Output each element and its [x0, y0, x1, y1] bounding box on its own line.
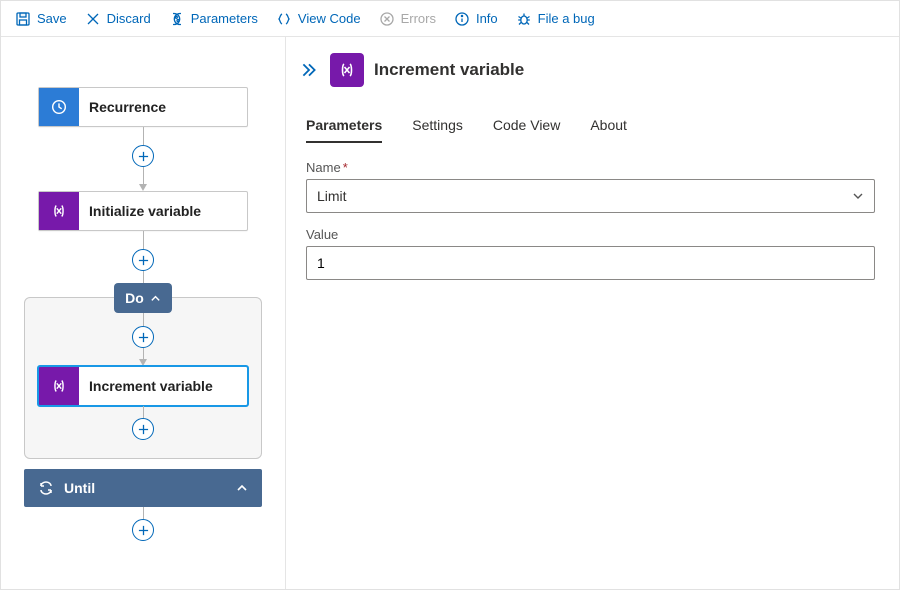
parameters-form: Name* Limit Value [294, 160, 887, 280]
value-input[interactable] [306, 246, 875, 280]
save-button[interactable]: Save [7, 7, 75, 31]
chevron-up-icon [236, 482, 248, 494]
tab-parameters[interactable]: Parameters [306, 113, 382, 143]
errors-icon [379, 11, 395, 27]
info-button[interactable]: Info [446, 7, 506, 31]
chevron-down-icon [852, 190, 864, 202]
file-bug-button[interactable]: File a bug [508, 7, 603, 31]
connector [132, 231, 154, 283]
bug-icon [516, 11, 532, 27]
discard-button[interactable]: Discard [77, 7, 159, 31]
file-bug-label: File a bug [538, 11, 595, 26]
parameters-icon [169, 11, 185, 27]
add-step-button[interactable] [132, 249, 154, 271]
details-panel: Increment variable Parameters Settings C… [286, 37, 899, 589]
add-step-button[interactable] [132, 519, 154, 541]
parameters-button[interactable]: Parameters [161, 7, 266, 31]
do-label: Do [125, 290, 144, 306]
tab-about[interactable]: About [590, 113, 627, 142]
toolbar: Save Discard Parameters View Code Errors… [1, 1, 899, 37]
value-label: Value [306, 227, 875, 242]
save-icon [15, 11, 31, 27]
save-label: Save [37, 11, 67, 26]
view-code-button[interactable]: View Code [268, 7, 369, 31]
do-header[interactable]: Do [114, 283, 172, 313]
tab-code-view[interactable]: Code View [493, 113, 560, 142]
node-recurrence-label: Recurrence [79, 99, 247, 115]
add-step-button[interactable] [132, 145, 154, 167]
until-label: Until [64, 480, 95, 496]
name-select[interactable]: Limit [306, 179, 875, 213]
name-select-value: Limit [317, 188, 347, 204]
connector [132, 127, 154, 191]
panel-action-icon [330, 53, 364, 87]
info-icon [454, 11, 470, 27]
node-increment-label: Increment variable [79, 378, 247, 394]
node-initialize-label: Initialize variable [79, 203, 247, 219]
designer-canvas[interactable]: Recurrence Initialize variable [1, 37, 286, 589]
node-increment-variable[interactable]: Increment variable [38, 366, 248, 406]
variable-icon [39, 367, 79, 405]
connector [132, 406, 154, 440]
view-code-label: View Code [298, 11, 361, 26]
variable-icon [39, 192, 79, 230]
errors-button: Errors [371, 7, 444, 31]
node-recurrence[interactable]: Recurrence [38, 87, 248, 127]
loop-container: Increment variable [24, 297, 262, 459]
view-code-icon [276, 11, 292, 27]
connector [132, 507, 154, 541]
loop-icon [38, 480, 54, 496]
node-initialize-variable[interactable]: Initialize variable [38, 191, 248, 231]
name-label: Name* [306, 160, 875, 175]
tab-settings[interactable]: Settings [412, 113, 463, 142]
info-label: Info [476, 11, 498, 26]
parameters-label: Parameters [191, 11, 258, 26]
discard-label: Discard [107, 11, 151, 26]
add-step-button[interactable] [132, 418, 154, 440]
add-step-button[interactable] [132, 326, 154, 348]
recurrence-icon [39, 88, 79, 126]
chevron-double-right-icon [300, 61, 318, 79]
until-header[interactable]: Until [24, 469, 262, 507]
panel-title: Increment variable [374, 60, 524, 80]
chevron-up-icon [150, 293, 161, 304]
connector [132, 312, 154, 366]
collapse-panel-button[interactable] [298, 59, 320, 81]
errors-label: Errors [401, 11, 436, 26]
panel-tabs: Parameters Settings Code View About [294, 113, 887, 142]
discard-icon [85, 11, 101, 27]
